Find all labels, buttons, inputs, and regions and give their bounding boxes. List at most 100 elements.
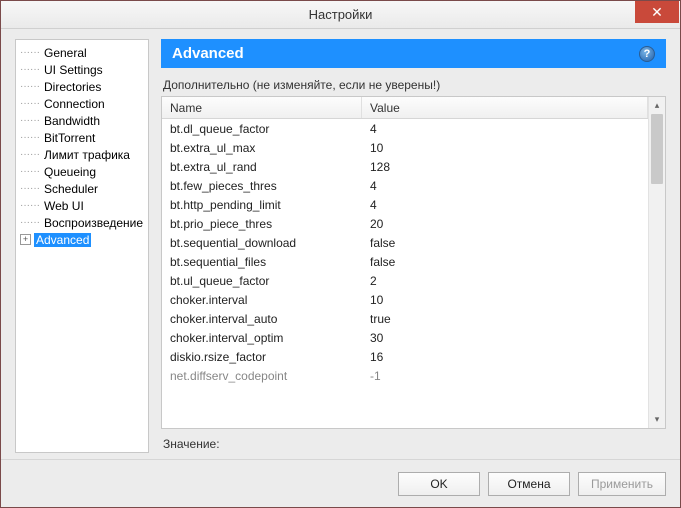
table-row[interactable]: bt.extra_ul_max10 [162,138,648,157]
ok-button[interactable]: OK [398,472,480,496]
cell-value: 30 [362,331,648,345]
section-subtitle: Дополнительно (не изменяйте, если не уве… [163,78,666,92]
settings-table: Name Value bt.dl_queue_factor4bt.extra_u… [161,96,666,429]
tree-item-label: Advanced [34,233,91,247]
cell-name: choker.interval_auto [162,312,362,326]
cell-name: choker.interval_optim [162,331,362,345]
cancel-button[interactable]: Отмена [488,472,570,496]
scroll-track[interactable] [649,114,665,411]
column-header-value[interactable]: Value [362,97,648,118]
tree-connector: ······ [20,47,42,58]
tree-item[interactable]: +Advanced [18,231,146,248]
titlebar: Настройки ✕ [1,1,680,29]
cell-value: false [362,255,648,269]
scroll-up-button[interactable]: ▴ [649,97,665,114]
scroll-down-button[interactable]: ▾ [649,411,665,428]
tree-connector: ······ [20,81,42,92]
tree-item-label: Scheduler [42,182,100,196]
scroll-thumb[interactable] [651,114,663,184]
cell-name: bt.extra_ul_rand [162,160,362,174]
table-row[interactable]: bt.sequential_downloadfalse [162,233,648,252]
cell-value: false [362,236,648,250]
cell-name: bt.extra_ul_max [162,141,362,155]
category-tree[interactable]: ······General······UI Settings······Dire… [15,39,149,453]
table-row[interactable]: choker.interval10 [162,290,648,309]
cell-name: bt.sequential_download [162,236,362,250]
dialog-footer: OK Отмена Применить [1,459,680,507]
tree-item-label: Лимит трафика [42,148,132,162]
vertical-scrollbar[interactable]: ▴ ▾ [648,97,665,428]
tree-item[interactable]: ······General [18,44,146,61]
cell-name: bt.ul_queue_factor [162,274,362,288]
tree-item[interactable]: ······UI Settings [18,61,146,78]
table-row[interactable]: bt.extra_ul_rand128 [162,157,648,176]
main-panel: Advanced ? Дополнительно (не изменяйте, … [161,39,666,453]
column-header-name[interactable]: Name [162,97,362,118]
cell-value: 4 [362,122,648,136]
tree-connector: ······ [20,183,42,194]
cell-value: 128 [362,160,648,174]
tree-connector: ······ [20,166,42,177]
table-row[interactable]: bt.few_pieces_thres4 [162,176,648,195]
tree-item[interactable]: ······Воспроизведение [18,214,146,231]
tree-item-label: Connection [42,97,107,111]
table-row[interactable]: choker.interval_optim30 [162,328,648,347]
cell-value: 20 [362,217,648,231]
cell-value: 2 [362,274,648,288]
table-body[interactable]: bt.dl_queue_factor4bt.extra_ul_max10bt.e… [162,119,648,428]
table-row[interactable]: bt.dl_queue_factor4 [162,119,648,138]
cell-value: -1 [362,369,648,383]
cell-value: true [362,312,648,326]
tree-item[interactable]: ······BitTorrent [18,129,146,146]
tree-item[interactable]: ······Bandwidth [18,112,146,129]
settings-window: Настройки ✕ ······General······UI Settin… [0,0,681,508]
cell-name: bt.few_pieces_thres [162,179,362,193]
cell-name: diskio.rsize_factor [162,350,362,364]
tree-item-label: Воспроизведение [42,216,145,230]
tree-item[interactable]: ······Web UI [18,197,146,214]
cell-name: bt.http_pending_limit [162,198,362,212]
cell-name: choker.interval [162,293,362,307]
tree-item[interactable]: ······Directories [18,78,146,95]
section-header: Advanced ? [161,39,666,68]
value-label: Значение: [163,437,666,451]
tree-item[interactable]: ······Connection [18,95,146,112]
window-title: Настройки [1,7,680,22]
tree-item[interactable]: ······Queueing [18,163,146,180]
cell-value: 4 [362,198,648,212]
apply-button[interactable]: Применить [578,472,666,496]
close-button[interactable]: ✕ [635,1,679,23]
cell-value: 4 [362,179,648,193]
table-row[interactable]: bt.ul_queue_factor2 [162,271,648,290]
table-row[interactable]: diskio.rsize_factor16 [162,347,648,366]
tree-item[interactable]: ······Scheduler [18,180,146,197]
tree-connector: ······ [20,98,42,109]
tree-item-label: UI Settings [42,63,105,77]
table-row[interactable]: bt.http_pending_limit4 [162,195,648,214]
tree-connector: ······ [20,115,42,126]
tree-connector: ······ [20,149,42,160]
table-row[interactable]: net.diffserv_codepoint-1 [162,366,648,385]
table-row[interactable]: choker.interval_autotrue [162,309,648,328]
help-icon[interactable]: ? [639,46,655,62]
tree-connector: ······ [20,64,42,75]
cell-value: 10 [362,293,648,307]
tree-connector: ······ [20,200,42,211]
tree-item-label: Web UI [42,199,86,213]
cell-name: bt.prio_piece_thres [162,217,362,231]
tree-item-label: Queueing [42,165,98,179]
table-header-row: Name Value [162,97,648,119]
tree-connector: ······ [20,217,42,228]
cell-value: 10 [362,141,648,155]
close-icon: ✕ [651,4,663,21]
tree-item-label: BitTorrent [42,131,97,145]
tree-item-label: Bandwidth [42,114,102,128]
tree-connector: ······ [20,132,42,143]
cell-value: 16 [362,350,648,364]
table-row[interactable]: bt.prio_piece_thres20 [162,214,648,233]
cell-name: bt.sequential_files [162,255,362,269]
expand-icon[interactable]: + [20,234,31,245]
tree-item[interactable]: ······Лимит трафика [18,146,146,163]
table-row[interactable]: bt.sequential_filesfalse [162,252,648,271]
cell-name: net.diffserv_codepoint [162,369,362,383]
